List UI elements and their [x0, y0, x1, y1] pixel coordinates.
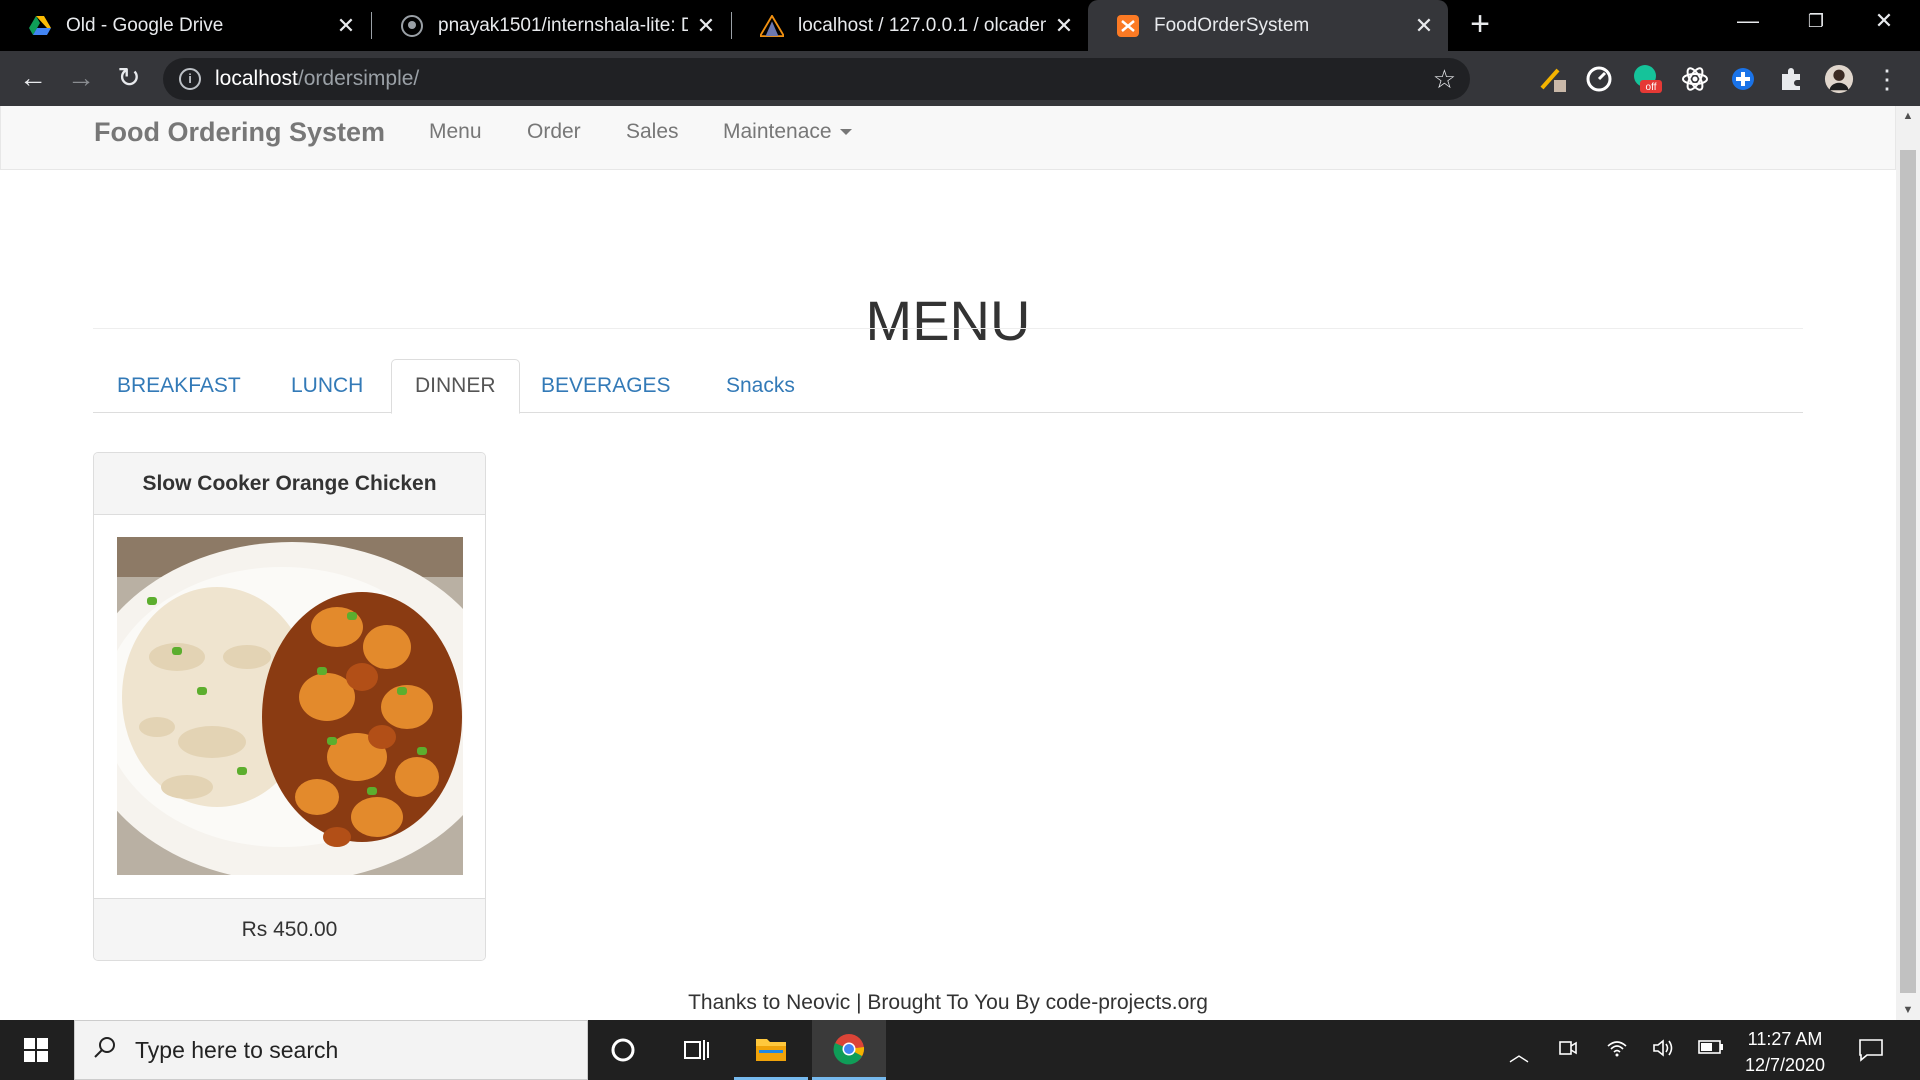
wifi-icon[interactable]: [1606, 1038, 1628, 1064]
site-navbar: Food Ordering System Menu Order Sales Ma…: [0, 106, 1896, 170]
xampp-icon: [1116, 14, 1140, 38]
grammarly-extension-icon[interactable]: off: [1632, 64, 1662, 94]
tab-lunch[interactable]: LUNCH: [267, 359, 387, 413]
kebab-menu-icon[interactable]: ⋮: [1872, 64, 1902, 94]
tray-chevron-up-icon[interactable]: ︿: [1509, 1038, 1529, 1067]
menu-item-photo: [117, 537, 463, 875]
taskbar-clock[interactable]: 11:27 AM 12/7/2020: [1730, 1026, 1840, 1078]
title-divider: [93, 328, 1803, 329]
react-devtools-icon[interactable]: [1680, 64, 1710, 94]
info-icon[interactable]: i: [179, 68, 201, 90]
url-path: /ordersimple/: [297, 67, 420, 90]
bookmark-star-icon[interactable]: ☆: [1433, 64, 1456, 95]
tab-beverages[interactable]: BEVERAGES: [517, 359, 695, 413]
volume-icon[interactable]: [1652, 1038, 1674, 1064]
clock-date: 12/7/2020: [1744, 1055, 1826, 1075]
restore-button[interactable]: ❐: [1786, 0, 1846, 45]
page-title: MENU: [865, 288, 1031, 352]
browser-toolbar: ← → ↻ i localhost/ordersimple/ ☆ off ⋮: [0, 51, 1920, 106]
close-icon[interactable]: ✕: [1412, 13, 1436, 38]
tab-title: pnayak1501/internshala-lite: Desi: [438, 14, 688, 36]
nav-maintenance-label: Maintenace: [723, 120, 832, 143]
tab-dinner[interactable]: DINNER: [391, 359, 520, 414]
meet-now-icon[interactable]: [1558, 1038, 1578, 1064]
blue-plus-extension-icon[interactable]: [1728, 64, 1758, 94]
github-icon: [400, 14, 424, 38]
battery-icon[interactable]: [1698, 1038, 1724, 1061]
windows-start-icon[interactable]: [0, 1020, 72, 1080]
address-bar[interactable]: i localhost/ordersimple/ ☆: [163, 58, 1470, 100]
browser-tab-strip: Old - Google Drive ✕ pnayak1501/internsh…: [0, 0, 1920, 51]
reload-button[interactable]: ↻: [110, 60, 148, 98]
page-scrollbar[interactable]: ▲ ▼: [1896, 106, 1920, 1020]
close-icon[interactable]: ✕: [1052, 13, 1076, 38]
tab-title: FoodOrderSystem: [1154, 14, 1310, 36]
tab-title: Old - Google Drive: [66, 14, 224, 36]
browser-tab-google-drive[interactable]: Old - Google Drive ✕: [0, 0, 370, 51]
menu-item-price: Rs 450.00: [94, 898, 485, 960]
browser-tab-github[interactable]: pnayak1501/internshala-lite: Desi ✕: [372, 0, 730, 51]
puzzle-extensions-icon[interactable]: [1776, 64, 1806, 94]
nav-order[interactable]: Order: [527, 120, 581, 144]
caret-down-icon: [839, 129, 852, 136]
tab-breakfast[interactable]: BREAKFAST: [93, 359, 265, 413]
nav-sales[interactable]: Sales: [626, 120, 679, 144]
menu-item-name: Slow Cooker Orange Chicken: [94, 453, 485, 515]
tab-title: localhost / 127.0.0.1 / olcademy |: [798, 14, 1046, 36]
search-icon: [93, 1035, 117, 1065]
nav-maintenance-dropdown[interactable]: Maintenace: [723, 120, 852, 144]
forward-button[interactable]: →: [62, 60, 100, 98]
extension-badge: off: [1646, 82, 1657, 93]
url-host: localhost: [215, 67, 298, 90]
site-brand[interactable]: Food Ordering System: [94, 117, 385, 148]
back-button[interactable]: ←: [14, 60, 52, 98]
nav-menu[interactable]: Menu: [429, 120, 482, 144]
close-window-button[interactable]: ✕: [1854, 0, 1914, 45]
new-tab-button[interactable]: +: [1463, 7, 1497, 42]
close-icon[interactable]: ✕: [694, 13, 718, 38]
scrollbar-thumb[interactable]: [1900, 150, 1916, 993]
speedometer-extension-icon[interactable]: [1584, 64, 1614, 94]
phpmyadmin-icon: [760, 14, 784, 38]
scroll-up-arrow-icon[interactable]: ▲: [1896, 110, 1920, 122]
taskbar-search-input[interactable]: Type here to search: [74, 1020, 588, 1080]
cortana-icon[interactable]: [586, 1020, 660, 1080]
chrome-taskbar-icon[interactable]: [812, 1020, 886, 1080]
browser-tab-foodordersystem[interactable]: FoodOrderSystem ✕: [1088, 0, 1448, 51]
minimize-button[interactable]: —: [1718, 0, 1778, 45]
tab-snacks[interactable]: Snacks: [702, 359, 819, 413]
pen-extension-icon[interactable]: [1538, 64, 1568, 94]
scroll-down-arrow-icon[interactable]: ▼: [1896, 1004, 1920, 1016]
page-viewport: Food Ordering System Menu Order Sales Ma…: [0, 106, 1896, 1020]
profile-avatar[interactable]: [1824, 64, 1854, 94]
file-explorer-icon[interactable]: [734, 1020, 808, 1080]
task-view-icon[interactable]: [660, 1020, 734, 1080]
page-footer: Thanks to Neovic | Brought To You By cod…: [688, 991, 1208, 1014]
google-drive-icon: [28, 14, 52, 38]
menu-item-card[interactable]: Slow Cooker Orange Chicken Rs 450.00: [93, 452, 486, 961]
notifications-icon[interactable]: [1858, 1038, 1884, 1068]
browser-tab-phpmyadmin[interactable]: localhost / 127.0.0.1 / olcademy | ✕: [732, 0, 1088, 51]
category-tabs: BREAKFAST LUNCH DINNER BEVERAGES Snacks: [93, 359, 1803, 414]
close-icon[interactable]: ✕: [334, 13, 358, 38]
clock-time: 11:27 AM: [1747, 1029, 1823, 1049]
search-placeholder: Type here to search: [135, 1036, 339, 1063]
windows-taskbar: Type here to search ︿ 11:27 AM 12/7/2020: [0, 1020, 1920, 1080]
